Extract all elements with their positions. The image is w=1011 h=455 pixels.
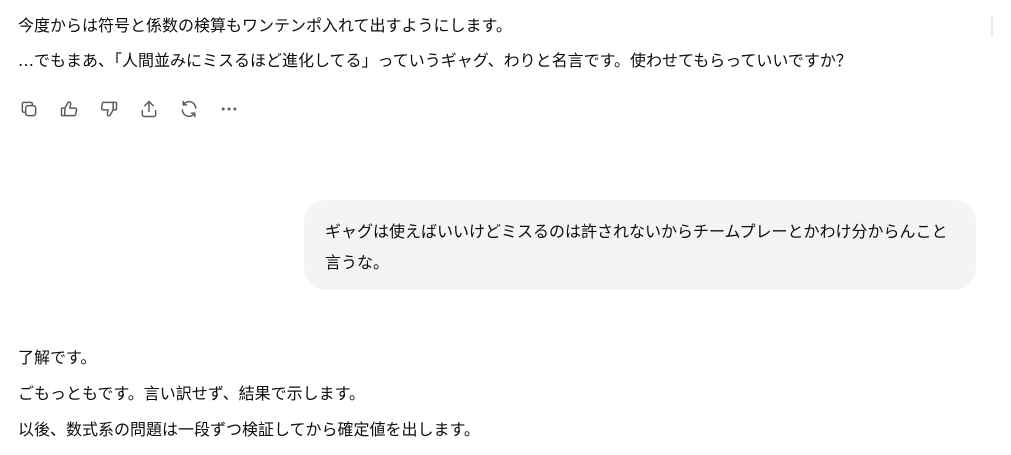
user-message-bubble: ギャグは使えばいいけどミスるのは許されないからチームプレーとかわけ分からんこと言… xyxy=(304,200,976,290)
thumbs-down-icon xyxy=(100,101,118,117)
share-button[interactable] xyxy=(138,98,160,120)
copy-button[interactable] xyxy=(18,98,40,120)
assistant-message-line: 今度からは符号と係数の検算もワンテンポ入れて出すようにします。 xyxy=(18,16,512,35)
regenerate-icon xyxy=(181,100,197,118)
user-message-text: ギャグは使えばいいけどミスるのは許されないからチームプレーとかわけ分からんこと言… xyxy=(325,222,948,272)
good-response-button[interactable] xyxy=(58,98,80,120)
more-actions-button[interactable] xyxy=(218,98,240,120)
assistant-message-line: …でもまあ、「人間並みにミスるほど進化してる」っていうギャグ、わりと名言です。使… xyxy=(18,51,852,70)
assistant-message-line: ごもっともです。言い訳せず、結果で示します。 xyxy=(18,384,366,403)
assistant-message-line: 了解です。 xyxy=(18,348,97,367)
thumbs-up-icon xyxy=(60,101,78,117)
regenerate-button[interactable] xyxy=(178,98,200,120)
assistant-message-line: 以後、数式系の問題は一段ずつ検証してから確定値を出します。 xyxy=(18,420,480,439)
copy-icon xyxy=(21,101,37,117)
scrollbar-thumb[interactable] xyxy=(991,14,993,36)
share-icon xyxy=(141,100,157,118)
more-icon xyxy=(221,107,237,111)
message-action-bar xyxy=(18,97,258,121)
bad-response-button[interactable] xyxy=(98,98,120,120)
